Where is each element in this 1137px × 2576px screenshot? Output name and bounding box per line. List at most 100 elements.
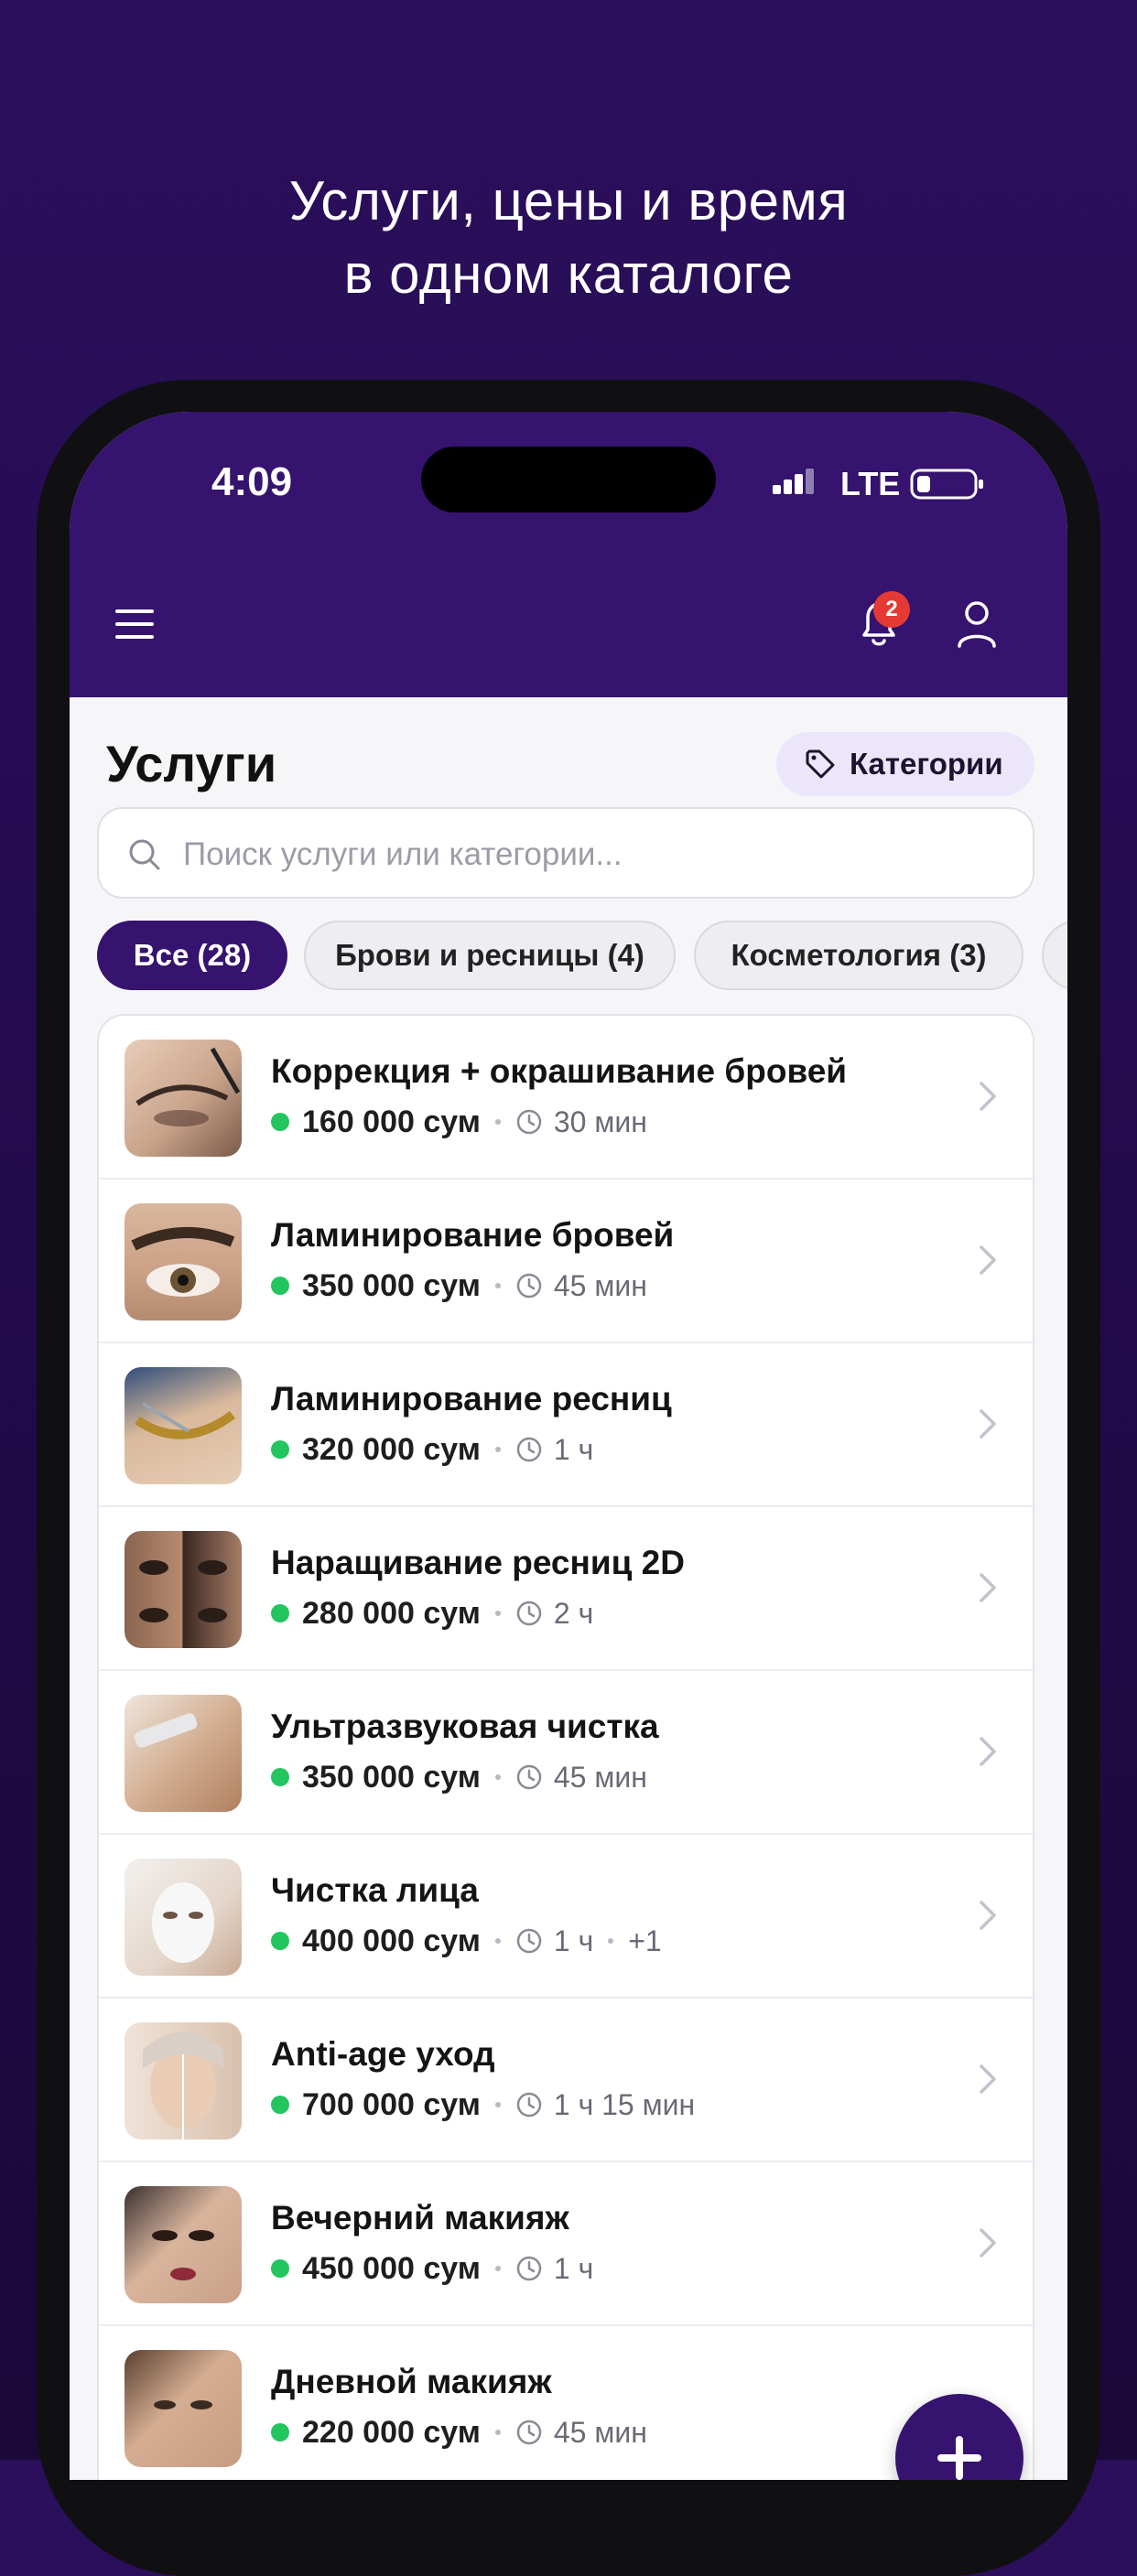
service-meta: 280 000 сум 2 ч <box>271 1595 593 1632</box>
service-row[interactable]: Anti-age уход 700 000 сум 1 ч 15 мин <box>99 1999 1033 2162</box>
service-duration: 45 мин <box>553 1268 647 1302</box>
service-name: Чистка лица <box>271 1871 479 1909</box>
chevron-right-icon <box>980 1737 996 1766</box>
separator-dot <box>494 2102 501 2107</box>
chevron-right-icon <box>980 1409 996 1439</box>
service-name: Дневной макияж <box>271 2363 552 2400</box>
service-row[interactable]: Дневной макияж 220 000 сум 45 мин <box>99 2326 1033 2480</box>
search-input[interactable] <box>181 822 1009 888</box>
phone-screen: 4:09 LTE 2 Услуги Категории Поиск услуги… <box>70 412 1067 2480</box>
service-meta: 320 000 сум 1 ч <box>271 1431 593 1468</box>
clock-icon <box>516 1109 542 1135</box>
dynamic-island <box>421 447 716 512</box>
available-dot <box>271 1768 289 1786</box>
clock-icon <box>516 2256 542 2281</box>
service-name: Anti-age уход <box>271 2035 495 2073</box>
filter-chip-more[interactable] <box>1042 921 1067 990</box>
service-price: 450 000 сум <box>302 2250 481 2286</box>
chevron-right-icon <box>980 1082 996 1111</box>
service-name: Коррекция + окрашивание бровей <box>271 1052 848 1090</box>
separator-dot <box>494 1611 501 1616</box>
service-duration: 30 мин <box>553 1105 647 1138</box>
service-row[interactable]: Ламинирование ресниц 320 000 сум 1 ч <box>99 1343 1033 1507</box>
service-thumbnail <box>125 2350 242 2467</box>
clock-icon <box>516 1273 542 1299</box>
available-dot <box>271 2096 289 2114</box>
service-thumbnail <box>125 1040 242 1157</box>
service-duration: 2 ч <box>553 1596 594 1630</box>
service-row[interactable]: Наращивание ресниц 2D 280 000 сум 2 ч <box>99 1507 1033 1671</box>
clock-icon <box>516 2092 542 2118</box>
chevron-right-icon <box>980 2228 996 2258</box>
service-thumbnail <box>125 1695 242 1812</box>
plus-icon <box>937 2436 981 2480</box>
services-list: Коррекция + окрашивание бровей 160 000 с… <box>97 1014 1034 2480</box>
service-name: Вечерний макияж <box>271 2199 569 2236</box>
available-dot <box>271 1932 289 1950</box>
clock-icon <box>516 1928 542 1954</box>
service-duration: 45 мин <box>553 2415 647 2449</box>
available-dot <box>271 1440 289 1459</box>
clock-icon <box>516 2420 542 2445</box>
service-row[interactable]: Ламинирование бровей 350 000 сум 45 мин <box>99 1180 1033 1343</box>
separator-dot <box>494 1938 501 1944</box>
status-time: 4:09 <box>211 459 293 504</box>
service-meta: 350 000 сум 45 мин <box>271 1267 647 1304</box>
service-duration: 45 мин <box>553 1760 647 1794</box>
service-name: Наращивание ресниц 2D <box>271 1544 685 1581</box>
categories-button[interactable]: Категории <box>776 732 1034 796</box>
service-thumbnail <box>125 1531 242 1648</box>
menu-icon[interactable] <box>112 604 157 644</box>
user-icon[interactable] <box>954 598 1000 650</box>
signal-icon <box>773 469 814 494</box>
service-thumbnail <box>125 1859 242 1976</box>
clock-icon <box>516 1601 542 1626</box>
service-thumbnail <box>125 2022 242 2139</box>
available-dot <box>271 2259 289 2278</box>
service-duration: 1 ч 15 мин <box>553 2087 696 2121</box>
separator-dot <box>494 1447 501 1452</box>
service-meta: 220 000 сум 45 мин <box>271 2414 647 2451</box>
service-thumbnail <box>125 1367 242 1484</box>
filter-chip-brows-lashes[interactable]: Брови и ресницы (4) <box>304 921 676 990</box>
promo-headline: Услуги, цены и время в одном каталоге <box>0 165 1137 311</box>
chevron-right-icon <box>980 1901 996 1930</box>
battery-icon <box>910 469 983 500</box>
separator-dot <box>608 1938 614 1944</box>
service-meta: 350 000 сум 45 мин <box>271 1759 647 1795</box>
promo-headline-line1: Услуги, цены и время <box>288 170 849 232</box>
service-duration: 1 ч <box>553 1432 594 1466</box>
promo-headline-line2: в одном каталоге <box>343 243 794 305</box>
separator-dot <box>494 1119 501 1125</box>
filter-chip-cosmetology[interactable]: Косметология (3) <box>694 921 1023 990</box>
service-price: 350 000 сум <box>302 1267 481 1303</box>
clock-icon <box>516 1437 542 1462</box>
available-dot <box>271 1277 289 1295</box>
service-price: 220 000 сум <box>302 2414 481 2450</box>
service-duration: 1 ч <box>553 1924 594 1957</box>
service-meta: 700 000 сум 1 ч 15 мин <box>271 2086 695 2123</box>
clock-icon <box>516 1764 542 1790</box>
tag-icon <box>806 749 835 779</box>
chevron-right-icon <box>980 1573 996 1602</box>
search-icon <box>129 839 160 870</box>
filter-chip-all[interactable]: Все (28) <box>97 921 287 990</box>
service-name: Ламинирование ресниц <box>271 1380 672 1417</box>
chevron-right-icon <box>980 2064 996 2094</box>
service-thumbnail <box>125 1203 242 1320</box>
service-price: 700 000 сум <box>302 2086 481 2122</box>
service-price: 320 000 сум <box>302 1431 481 1467</box>
service-price: 400 000 сум <box>302 1923 481 1958</box>
service-meta: 450 000 сум 1 ч <box>271 2250 593 2287</box>
service-row[interactable]: Ультразвуковая чистка 350 000 сум 45 мин <box>99 1671 1033 1835</box>
service-extra-count: +1 <box>628 1924 662 1957</box>
service-row[interactable]: Коррекция + окрашивание бровей 160 000 с… <box>99 1016 1033 1180</box>
service-name: Ламинирование бровей <box>271 1216 675 1254</box>
service-row[interactable]: Вечерний макияж 450 000 сум 1 ч <box>99 2162 1033 2326</box>
app-header: 4:09 LTE 2 <box>70 412 1067 697</box>
service-price: 280 000 сум <box>302 1595 481 1631</box>
notification-badge: 2 <box>873 591 910 628</box>
service-name: Ультразвуковая чистка <box>271 1708 659 1745</box>
service-row[interactable]: Чистка лица 400 000 сум 1 ч +1 <box>99 1835 1033 1999</box>
page-title: Услуги <box>106 735 277 792</box>
